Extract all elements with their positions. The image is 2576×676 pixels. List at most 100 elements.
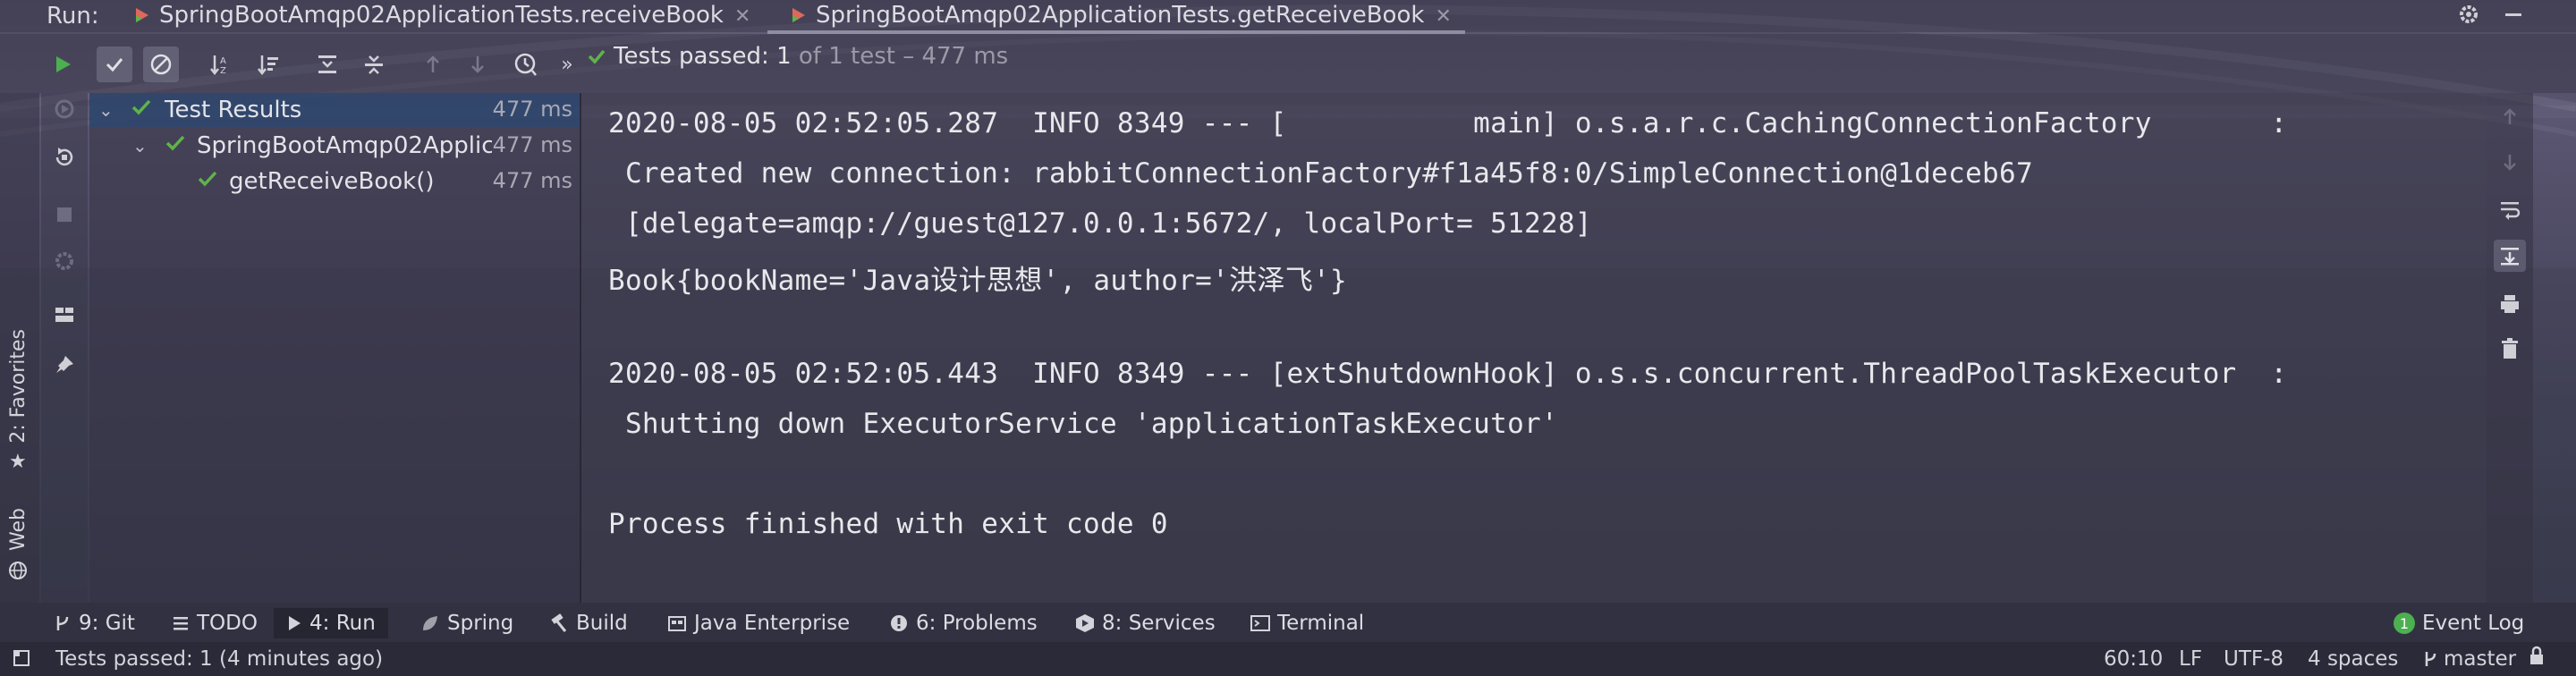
stop-icon[interactable] (50, 200, 79, 229)
tool-build[interactable]: Build (549, 608, 628, 638)
tool-todo-label: TODO (197, 612, 258, 635)
tool-java-enterprise[interactable]: Java Enterprise (667, 608, 850, 638)
layout-icon[interactable] (50, 300, 79, 329)
tool-java-enterprise-label: Java Enterprise (694, 612, 851, 635)
down-arrow-icon[interactable] (2494, 147, 2526, 179)
print-icon[interactable] (2494, 288, 2526, 320)
collapse-all-icon[interactable] (356, 46, 392, 82)
rerun-icon[interactable] (50, 143, 79, 172)
tree-row-time: 477 ms (492, 132, 572, 157)
expand-all-icon[interactable] (309, 46, 345, 82)
status-passed: Tests passed: 1 (614, 43, 792, 70)
pin-icon[interactable] (50, 351, 79, 379)
console-line: Created new connection: rabbitConnection… (608, 157, 2033, 190)
tool-event-log-label: Event Log (2422, 612, 2525, 635)
passed-check-icon (165, 132, 186, 160)
passed-check-icon (588, 49, 606, 64)
show-ignored-icon[interactable] (143, 46, 179, 82)
console-actions-strip (2487, 93, 2533, 603)
test-config-icon (791, 4, 807, 22)
console-line: Shutting down ExecutorService 'applicati… (608, 408, 1558, 440)
list-icon (172, 614, 190, 632)
tool-services-label: 8: Services (1102, 612, 1216, 635)
trash-icon[interactable] (2494, 333, 2526, 365)
tool-spring[interactable]: Spring (420, 608, 513, 638)
tab-receive-book[interactable]: SpringBootAmqp02ApplicationTests.receive… (134, 2, 750, 34)
git-branch-widget[interactable]: master (2422, 647, 2516, 671)
event-log-count: 1 (2399, 614, 2410, 632)
soft-wrap-icon[interactable] (2494, 193, 2526, 225)
tree-row-label: Test Results (165, 97, 302, 123)
close-icon[interactable]: ✕ (1435, 5, 1451, 28)
show-passed-icon[interactable] (97, 46, 132, 82)
test-config-icon (134, 4, 150, 22)
hammer-icon (549, 613, 569, 633)
web-label: Web (7, 508, 30, 551)
sort-alpha-icon[interactable]: AZ (202, 46, 238, 82)
run-tab-bar: Run: SpringBootAmqp02ApplicationTests.re… (0, 0, 2576, 34)
favorites-label: 2: Favorites (7, 329, 30, 444)
minimize-icon[interactable] (2496, 0, 2531, 32)
tool-event-log[interactable]: 1 Event Log (2394, 608, 2524, 638)
tool-services[interactable]: 8: Services (1075, 608, 1216, 638)
tree-row-time: 477 ms (492, 97, 572, 122)
tool-problems[interactable]: 6: Problems (889, 608, 1038, 638)
passed-check-icon (197, 168, 218, 196)
favorites-tab[interactable]: 2: Favorites (7, 329, 30, 444)
tool-window-bar: 9: Git TODO 4: Run Spring Build Java Ent… (0, 603, 2576, 642)
indent-setting[interactable]: 4 spaces (2308, 647, 2398, 671)
sort-duration-icon[interactable] (250, 46, 286, 82)
status-bar: Tests passed: 1 (4 minutes ago) 60:10 LF… (0, 642, 2576, 676)
tree-row-label: getReceiveBook() (229, 168, 435, 195)
console-line: Book{bookName='Java设计思想', author='洪泽飞'} (608, 265, 1347, 297)
svg-text:A: A (220, 56, 226, 66)
tool-todo[interactable]: TODO (172, 608, 258, 638)
status-message: Tests passed: 1 (4 minutes ago) (55, 647, 384, 671)
passed-check-icon (131, 97, 152, 124)
left-tool-strip: 2: Favorites ★ Web (0, 93, 39, 603)
run-icon[interactable] (45, 46, 80, 82)
spring-leaf-icon (420, 613, 440, 633)
run-icon (286, 614, 302, 632)
settings-icon[interactable] (50, 247, 79, 275)
chevron-down-icon[interactable]: ⌄ (98, 99, 114, 121)
star-icon: ★ (9, 451, 27, 473)
web-tab[interactable]: Web (7, 508, 30, 551)
console-line: 2020-08-05 02:52:05.443 INFO 8349 --- [e… (608, 358, 2288, 390)
git-branch-icon (54, 613, 72, 633)
console-output[interactable]: 2020-08-05 02:52:05.287 INFO 8349 --- [ … (581, 93, 2487, 603)
prev-failed-icon[interactable] (415, 46, 451, 82)
history-icon[interactable] (508, 46, 544, 82)
up-arrow-icon[interactable] (2494, 100, 2526, 132)
problems-icon (889, 613, 909, 633)
tool-run[interactable]: 4: Run (274, 608, 388, 638)
tool-spring-label: Spring (447, 612, 514, 635)
rerun-failed-icon[interactable] (50, 95, 79, 123)
chevron-down-icon[interactable]: ⌄ (132, 135, 148, 156)
scroll-to-end-icon[interactable] (2494, 240, 2526, 272)
gear-icon[interactable] (2451, 0, 2487, 32)
svg-text:Z: Z (220, 66, 226, 76)
tab-label: SpringBootAmqp02ApplicationTests.getRece… (816, 2, 1425, 29)
caret-position[interactable]: 60:10 (2104, 647, 2163, 671)
tool-problems-label: 6: Problems (916, 612, 1038, 635)
tree-row-test-method[interactable]: getReceiveBook() 477 ms (89, 165, 580, 199)
file-encoding[interactable]: UTF-8 (2224, 647, 2284, 671)
lock-icon[interactable] (2528, 646, 2546, 672)
tree-row-test-results[interactable]: ⌄ Test Results 477 ms (89, 93, 580, 127)
console-line: 2020-08-05 02:52:05.287 INFO 8349 --- [ … (608, 107, 2288, 139)
console-line: Process finished with exit code 0 (608, 508, 1168, 540)
tree-row-test-class[interactable]: ⌄ SpringBootAmqp02Applic 477 ms (89, 129, 580, 163)
toggle-panels-icon[interactable] (13, 649, 30, 672)
close-icon[interactable]: ✕ (734, 5, 750, 28)
tab-get-receive-book[interactable]: SpringBootAmqp02ApplicationTests.getRece… (791, 2, 1452, 34)
java-enterprise-icon (667, 613, 687, 633)
more-icon[interactable]: » (549, 46, 585, 82)
next-failed-icon[interactable] (460, 46, 496, 82)
test-results-tree: ⌄ Test Results 477 ms ⌄ SpringBootAmqp02… (89, 93, 581, 603)
tool-git[interactable]: 9: Git (54, 608, 135, 638)
tool-terminal[interactable]: Terminal (1250, 608, 1364, 638)
line-separator[interactable]: LF (2179, 647, 2202, 671)
git-branch-icon (2425, 652, 2436, 666)
branch-name: master (2444, 647, 2517, 671)
